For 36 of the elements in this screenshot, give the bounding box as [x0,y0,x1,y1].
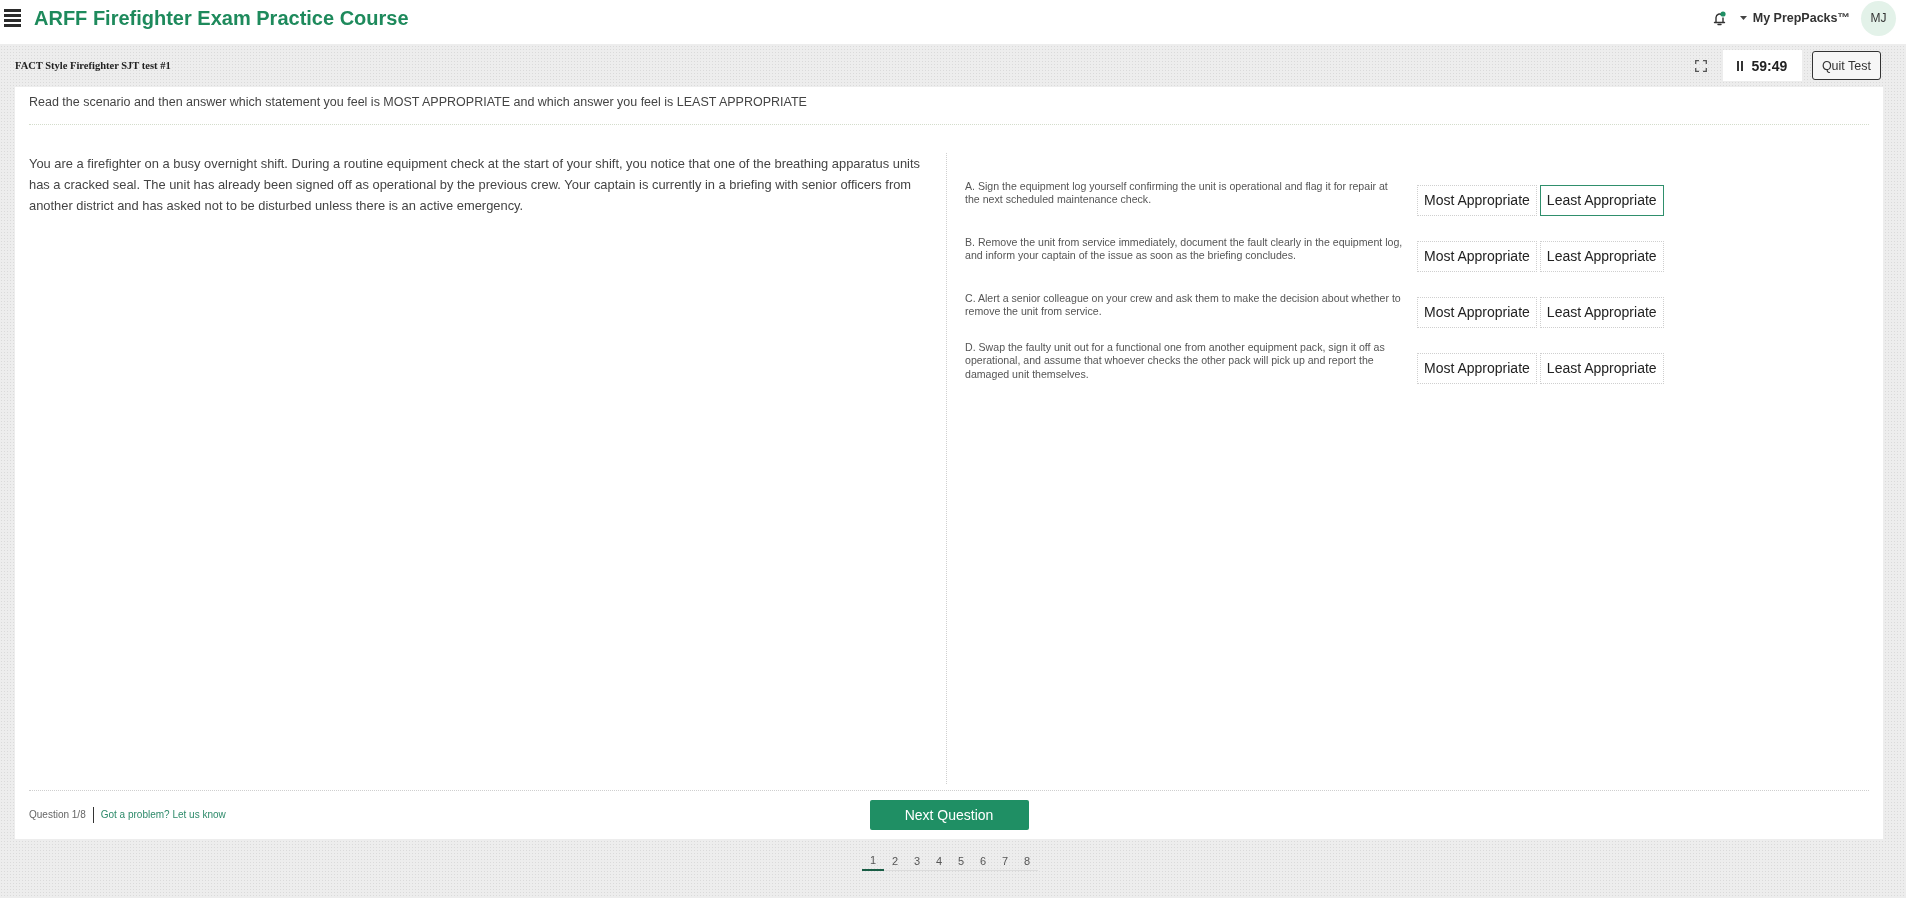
quit-test-button[interactable]: Quit Test [1811,51,1881,80]
report-problem-link[interactable]: Got a problem? Let us know [100,809,226,820]
next-question-button[interactable]: Next Question [869,799,1029,830]
fullscreen-icon[interactable] [1694,59,1707,72]
answer-choice-button[interactable]: Least Appropriate [1539,240,1664,272]
option-text: C. Alert a senior colleague on your crew and ask them to make the decision about whether to remove the unit from service. [965,291,1402,319]
menu-icon[interactable] [4,9,21,27]
account-menu[interactable]: My PrepPacks™ [1739,11,1850,25]
page-number-tab[interactable]: 3 [906,851,928,871]
answer-choice-button[interactable]: Least Appropriate [1539,296,1664,328]
page-number-tab[interactable]: 8 [1016,851,1038,871]
answer-choice-button[interactable]: Most Appropriate [1417,296,1537,328]
answer-choice-button[interactable]: Most Appropriate [1417,352,1537,384]
user-avatar[interactable]: MJ [1861,0,1896,36]
answer-choice-button[interactable]: Least Appropriate [1539,352,1664,384]
page-number-tab[interactable]: 5 [950,851,972,871]
page-number-tab[interactable]: 7 [994,851,1016,871]
page-number-tab[interactable]: 2 [884,851,906,871]
course-title: ARFF Firefighter Exam Practice Course [34,6,409,30]
pause-icon[interactable] [1737,60,1744,71]
page-number-tab[interactable]: 4 [928,851,950,871]
caret-icon [1739,16,1747,20]
option-text: B. Remove the unit from service immediately, document the fault clearly in the equipment log, and inform your captain of the issue as soon as the briefing concludes. [965,235,1404,263]
page-number-tab[interactable]: 6 [972,851,994,871]
bell-icon[interactable] [1712,10,1726,26]
instruction-text: Read the scenario and then answer which statement you feel is MOST APPROPRIATE and which answer you feel is LEAST APPROPRIATE [29,94,808,111]
answer-choice-button[interactable]: Least Appropriate [1539,184,1664,216]
answer-choice-button[interactable]: Most Appropriate [1417,240,1537,272]
answer-choice-button[interactable]: Most Appropriate [1417,184,1537,216]
timer-text: 59:49 [1751,57,1788,74]
page-number-tab[interactable]: 1 [862,851,884,871]
question-counter: Question 1/8 [29,809,86,820]
test-name: FACT Style Firefighter SJT test #1 [15,60,171,71]
scenario-text: You are a firefighter on a busy overnight shift. During a routine equipment check at the start of your shift, you notice that one of the breathing apparatus units has a cracked seal. The unit has already been signed off as operational by the previous crew. Your captain is currently in a briefing with senior officers from another district and has asked not to be disturbed unless there is an active emergency. [29,155,921,215]
option-text: A. Sign the equipment log yourself confirming the unit is operational and flag it for repair at the next scheduled maintenance check. [965,179,1389,207]
option-text: D. Swap the faulty unit out for a functional one from another equipment pack, sign it off as operational, and assume that whoever checks the other pack will pick up and report the damaged unit themselves. [965,340,1386,382]
